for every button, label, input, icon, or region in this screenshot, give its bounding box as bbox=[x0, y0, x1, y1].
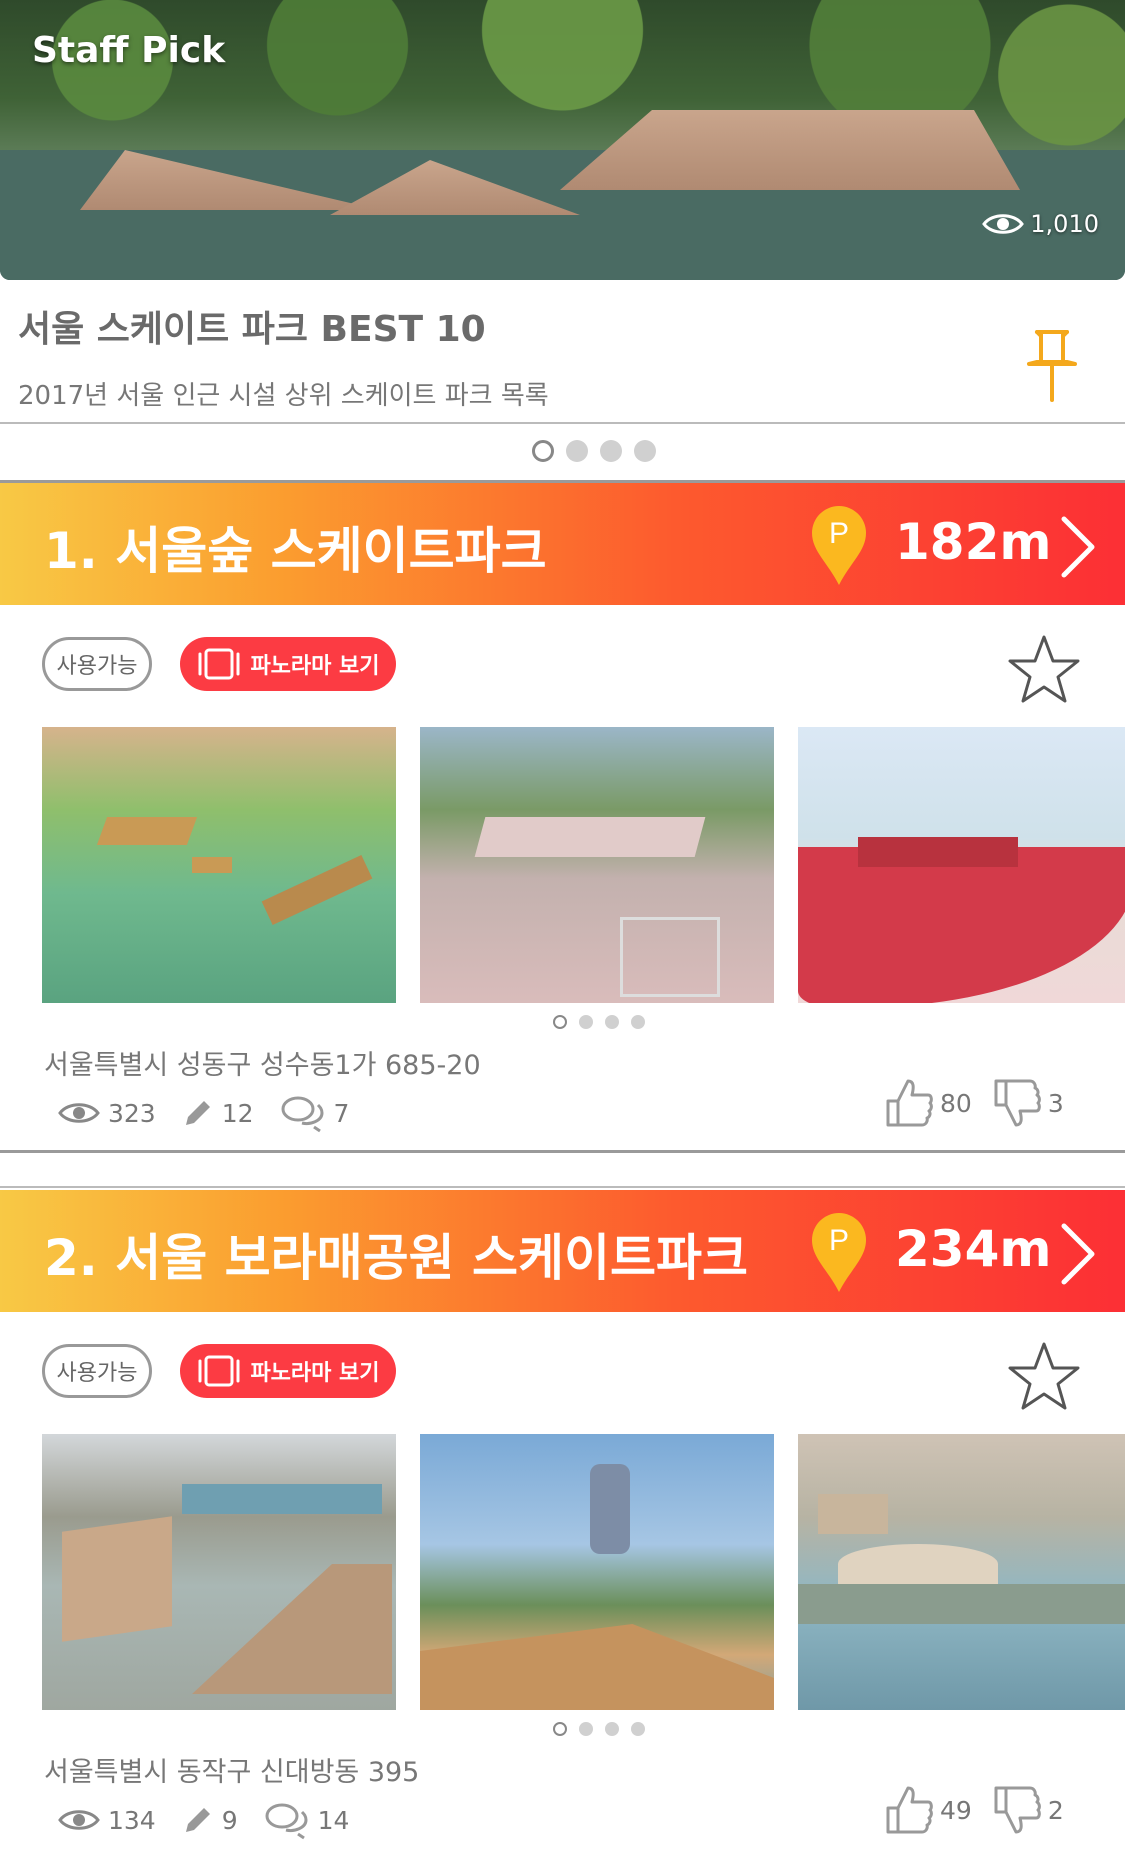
park-banner[interactable]: 1. 서울숲 스케이트파크 P 182m bbox=[0, 483, 1125, 605]
dislike-vote[interactable]: 3 bbox=[992, 1077, 1064, 1129]
comment-stat: 14 bbox=[264, 1800, 350, 1840]
comment-stat: 7 bbox=[280, 1093, 350, 1133]
pager-dot[interactable] bbox=[600, 440, 622, 462]
dislike-count: 2 bbox=[1047, 1795, 1064, 1825]
comment-count: 7 bbox=[333, 1098, 350, 1128]
like-count: 49 bbox=[940, 1795, 972, 1825]
photo-pager-dot-active[interactable] bbox=[553, 1722, 567, 1736]
comment-count: 14 bbox=[317, 1805, 350, 1835]
pushpin-icon[interactable] bbox=[1025, 328, 1079, 404]
eye-icon bbox=[982, 214, 1025, 234]
park-photo[interactable] bbox=[798, 727, 1125, 1003]
comment-icon bbox=[281, 1096, 324, 1133]
park-stats: 323 12 7 bbox=[58, 1093, 375, 1133]
view-stat: 134 bbox=[58, 1806, 156, 1835]
availability-badge: 사용가능 bbox=[42, 1344, 152, 1398]
park-title: 2. 서울 보라매공원 스케이트파크 bbox=[44, 1229, 749, 1287]
hero-views-value: 1,010 bbox=[1030, 210, 1099, 238]
park-photo[interactable] bbox=[42, 727, 396, 1003]
photo-pager-dot[interactable] bbox=[579, 1015, 593, 1029]
thumbs-down-icon[interactable] bbox=[992, 1784, 1042, 1836]
photo-pager-dot-active[interactable] bbox=[553, 1015, 567, 1029]
park-address: 서울특별시 동작구 신대방동 395 bbox=[44, 1757, 420, 1788]
photo-pager-dot[interactable] bbox=[579, 1722, 593, 1736]
panorama-label: 파노라마 보기 bbox=[250, 1361, 380, 1386]
view-count: 134 bbox=[108, 1805, 156, 1835]
staff-pick-pager[interactable] bbox=[532, 440, 656, 462]
thumbs-up-icon[interactable] bbox=[884, 1784, 934, 1836]
staff-pick-subtitle: 2017년 서울 인근 시설 상위 스케이트 파크 목록 bbox=[18, 381, 549, 411]
parking-marker-icon: P bbox=[812, 1213, 866, 1292]
panorama-label: 파노라마 보기 bbox=[250, 654, 380, 679]
view-stat: 323 bbox=[58, 1099, 156, 1128]
chevron-right-icon[interactable] bbox=[1058, 515, 1098, 579]
park-distance: 234m bbox=[895, 1220, 1052, 1278]
staff-pick-title[interactable]: 서울 스케이트 파크 BEST 10 bbox=[18, 300, 486, 352]
park-photo[interactable] bbox=[798, 1434, 1125, 1710]
edit-stat: 12 bbox=[182, 1097, 254, 1129]
section-divider bbox=[0, 1150, 1125, 1153]
marker-letter: P bbox=[829, 1224, 849, 1257]
photo-pager-dot[interactable] bbox=[631, 1015, 645, 1029]
like-count: 80 bbox=[940, 1088, 972, 1118]
park-photo[interactable] bbox=[42, 1434, 396, 1710]
like-vote[interactable]: 49 bbox=[884, 1784, 972, 1836]
photo-pager[interactable] bbox=[553, 1015, 645, 1029]
edit-count: 12 bbox=[221, 1098, 254, 1128]
photo-pager-dot[interactable] bbox=[605, 1015, 619, 1029]
park-photo[interactable] bbox=[420, 727, 774, 1003]
edit-stat: 9 bbox=[182, 1804, 238, 1836]
panorama-button[interactable]: 파노라마 보기 bbox=[180, 1344, 396, 1398]
hero-view-count: 1,010 bbox=[982, 210, 1099, 238]
pencil-icon bbox=[185, 1808, 210, 1832]
pencil-icon bbox=[185, 1101, 210, 1125]
park-distance: 182m bbox=[895, 513, 1052, 571]
eye-icon bbox=[58, 1810, 100, 1830]
park-stats: 134 9 14 bbox=[58, 1800, 375, 1840]
panorama-button[interactable]: 파노라마 보기 bbox=[180, 637, 396, 691]
section-divider bbox=[0, 1186, 1125, 1188]
dislike-count: 3 bbox=[1047, 1088, 1064, 1118]
comment-icon bbox=[265, 1803, 308, 1840]
park-banner[interactable]: 2. 서울 보라매공원 스케이트파크 P 234m bbox=[0, 1190, 1125, 1312]
park-address: 서울특별시 성동구 성수동1가 685-20 bbox=[44, 1050, 481, 1081]
marker-letter: P bbox=[829, 517, 849, 550]
thumbs-up-icon[interactable] bbox=[884, 1077, 934, 1129]
park-votes: 80 3 bbox=[884, 1077, 1084, 1129]
photo-pager-dot[interactable] bbox=[605, 1722, 619, 1736]
pager-dot[interactable] bbox=[634, 440, 656, 462]
park-photo[interactable] bbox=[420, 1434, 774, 1710]
park-card: 1. 서울숲 스케이트파크 P 182m 사용가능 파노라마 보기 서울특별시 … bbox=[0, 483, 1125, 1153]
divider bbox=[0, 422, 1125, 424]
staff-pick-label: Staff Pick bbox=[32, 30, 226, 71]
thumbs-down-icon[interactable] bbox=[992, 1077, 1042, 1129]
availability-badge: 사용가능 bbox=[42, 637, 152, 691]
park-card: 2. 서울 보라매공원 스케이트파크 P 234m 사용가능 파노라마 보기 서… bbox=[0, 1190, 1125, 1860]
parking-marker-icon: P bbox=[812, 506, 866, 585]
view-count: 323 bbox=[108, 1098, 156, 1128]
eye-icon bbox=[58, 1103, 100, 1123]
photo-pager[interactable] bbox=[553, 1722, 645, 1736]
favorite-star-icon[interactable] bbox=[1006, 633, 1082, 705]
pager-dot-active[interactable] bbox=[532, 440, 554, 462]
like-vote[interactable]: 80 bbox=[884, 1077, 972, 1129]
staff-pick-banner[interactable]: Staff Pick 1,010 bbox=[0, 0, 1125, 280]
photo-pager-dot[interactable] bbox=[631, 1722, 645, 1736]
favorite-star-icon[interactable] bbox=[1006, 1340, 1082, 1412]
chevron-right-icon[interactable] bbox=[1058, 1222, 1098, 1286]
pager-dot[interactable] bbox=[566, 440, 588, 462]
park-votes: 49 2 bbox=[884, 1784, 1084, 1836]
edit-count: 9 bbox=[221, 1805, 238, 1835]
panorama-icon bbox=[198, 1355, 240, 1387]
dislike-vote[interactable]: 2 bbox=[992, 1784, 1064, 1836]
panorama-icon bbox=[198, 648, 240, 680]
park-title: 1. 서울숲 스케이트파크 bbox=[44, 522, 547, 580]
